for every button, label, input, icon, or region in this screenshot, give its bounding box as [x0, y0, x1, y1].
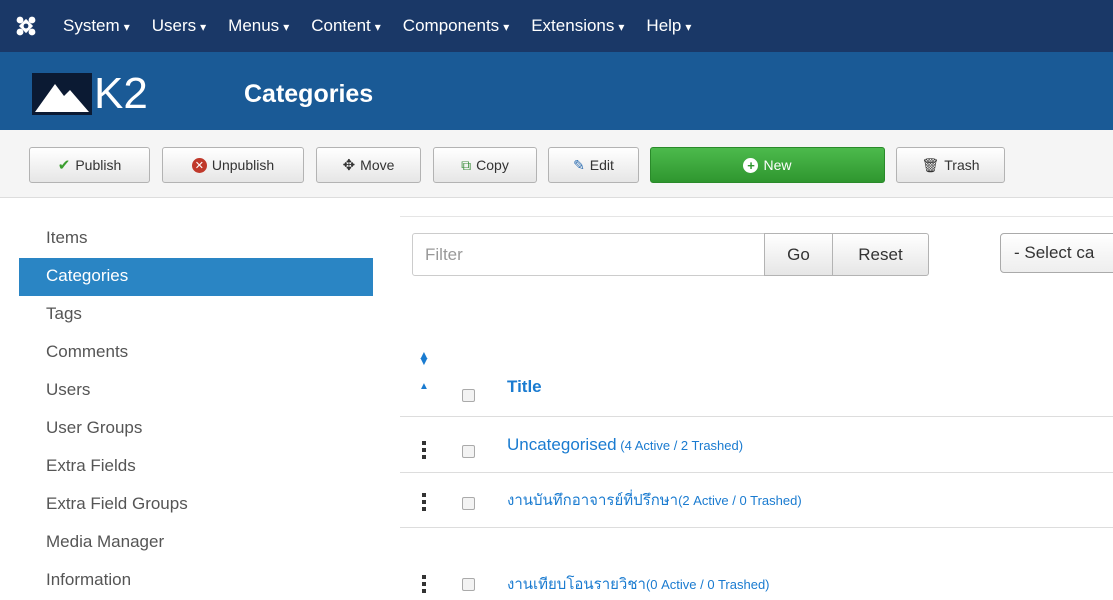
copy-button[interactable]: ⧉ Copy	[433, 147, 537, 183]
top-menu: System ▾ Users ▾ Menus ▾ Content ▾ Component…	[52, 16, 702, 36]
sidebar-item-items[interactable]: Items	[19, 220, 373, 258]
unpublish-button[interactable]: ✕ Unpublish	[162, 147, 304, 183]
chevron-down-icon: ▾	[685, 20, 692, 34]
filter-search-input[interactable]: Filter	[412, 233, 765, 276]
chevron-down-icon: ▾	[200, 20, 207, 34]
k2-mountain-icon	[32, 73, 92, 115]
menu-users[interactable]: Users ▾	[141, 16, 217, 36]
sidebar-item-extra-fields[interactable]: Extra Fields	[19, 448, 373, 486]
menu-system[interactable]: System ▾	[52, 16, 141, 36]
copy-label: Copy	[476, 157, 509, 173]
sidebar-item-information[interactable]: Information	[19, 562, 373, 600]
sidebar-item-tags[interactable]: Tags	[19, 296, 373, 334]
menu-help[interactable]: Help ▾	[635, 16, 702, 36]
check-icon: ✔	[57, 157, 71, 174]
plus-circle-icon: +	[743, 157, 759, 173]
new-label: New	[763, 157, 792, 173]
trash-icon: 🗑	[921, 156, 940, 173]
sidebar-item-extra-field-groups[interactable]: Extra Field Groups	[19, 486, 373, 524]
go-button[interactable]: Go	[764, 233, 833, 276]
sidebar-item-users[interactable]: Users	[19, 372, 373, 410]
sidebar-item-comments[interactable]: Comments	[19, 334, 373, 372]
select-all-checkbox[interactable]	[462, 389, 475, 402]
copy-icon: ⧉	[461, 156, 472, 173]
row-divider	[400, 472, 1113, 473]
menu-content[interactable]: Content ▾	[300, 16, 392, 36]
chevron-down-icon: ▾	[283, 20, 290, 34]
sidebar-item-media-manager[interactable]: Media Manager	[19, 524, 373, 562]
menu-menus[interactable]: Menus ▾	[217, 16, 300, 36]
drag-handle-icon[interactable]	[422, 441, 426, 459]
category-name: งานเทียบโอนรายวิชา	[507, 576, 646, 593]
content-divider	[400, 216, 1113, 217]
edit-label: Edit	[589, 157, 614, 173]
unpublish-label: Unpublish	[211, 157, 275, 173]
reset-button[interactable]: Reset	[832, 233, 929, 276]
chevron-down-icon: ▾	[123, 20, 130, 34]
menu-extensions[interactable]: Extensions ▾	[520, 16, 635, 36]
sidebar-item-categories[interactable]: Categories	[19, 258, 373, 296]
publish-label: Publish	[75, 157, 122, 173]
menu-label: Extensions	[531, 16, 615, 35]
menu-label: System	[63, 16, 120, 35]
row-checkbox[interactable]	[462, 445, 475, 458]
sidebar-item-user-groups[interactable]: User Groups	[19, 410, 373, 448]
joomla-logo-icon[interactable]	[0, 0, 52, 52]
admin-top-menu: System ▾ Users ▾ Menus ▾ Content ▾ Component…	[0, 0, 1113, 52]
menu-label: Components	[402, 16, 500, 35]
move-label: Move	[360, 157, 395, 173]
category-title-link[interactable]: งานบันทึกอาจารย์ที่ปรึกษา(2 Active / 0 T…	[507, 488, 802, 512]
k2-logo-text: K2	[94, 69, 148, 118]
move-icon: ✥	[342, 157, 356, 174]
sort-up-down-icon-lower: ▼	[418, 354, 430, 368]
category-title-link[interactable]: งานเทียบโอนรายวิชา(0 Active / 0 Trashed)	[507, 572, 770, 596]
row-divider	[400, 416, 1113, 417]
category-counts: (4 Active / 2 Trashed)	[616, 438, 744, 453]
category-counts: (0 Active / 0 Trashed)	[645, 577, 770, 592]
k2-sidebar-menu: Items Categories Tags Comments Users Use…	[19, 220, 373, 600]
page-title: Categories	[244, 80, 374, 108]
title-column-header[interactable]: Title	[507, 377, 542, 397]
trash-button[interactable]: 🗑 Trash	[896, 147, 1005, 183]
row-checkbox[interactable]	[462, 497, 475, 510]
category-name: Uncategorised	[507, 435, 617, 454]
category-name: งานบันทึกอาจารย์ที่ปรึกษา	[507, 492, 679, 509]
select-category-dropdown[interactable]: - Select ca	[1000, 233, 1113, 273]
menu-label: Menus	[228, 16, 280, 35]
category-counts: (2 Active / 0 Trashed)	[678, 493, 802, 508]
chevron-down-icon: ▾	[503, 20, 510, 34]
menu-label: Content	[311, 16, 371, 35]
category-title-link[interactable]: Uncategorised (4 Active / 2 Trashed)	[507, 435, 743, 455]
edit-icon: ✎	[573, 156, 585, 173]
row-divider	[400, 527, 1113, 528]
menu-components[interactable]: Components ▾	[392, 16, 520, 36]
chevron-down-icon: ▾	[374, 20, 381, 34]
drag-handle-icon[interactable]	[422, 575, 426, 593]
move-button[interactable]: ✥ Move	[316, 147, 421, 183]
edit-button[interactable]: ✎ Edit	[548, 147, 639, 183]
ordering-sort-icon[interactable]: ▲ ▼	[418, 349, 430, 368]
menu-label: Help	[646, 16, 682, 35]
new-button[interactable]: + New	[650, 147, 885, 183]
k2-logo[interactable]: K2	[32, 68, 172, 120]
chevron-down-icon: ▾	[618, 20, 625, 34]
trash-label: Trash	[944, 157, 980, 173]
row-checkbox[interactable]	[462, 578, 475, 591]
sort-ascending-icon[interactable]: ▲	[419, 381, 429, 392]
drag-handle-icon[interactable]	[422, 493, 426, 511]
menu-label: Users	[151, 16, 197, 35]
unpublish-icon: ✕	[191, 157, 207, 173]
publish-button[interactable]: ✔ Publish	[29, 147, 150, 183]
